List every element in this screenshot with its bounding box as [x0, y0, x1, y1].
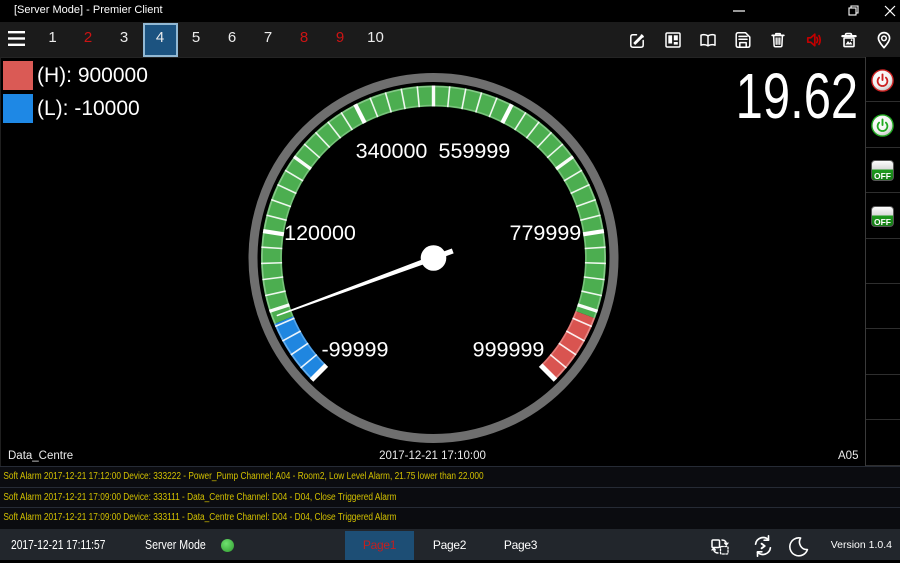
- svg-text:999999: 999999: [473, 338, 545, 362]
- svg-text:120000: 120000: [284, 221, 356, 245]
- svg-text:559999: 559999: [439, 139, 511, 163]
- svg-text:-99999: -99999: [322, 338, 389, 362]
- svg-text:779999: 779999: [510, 221, 582, 245]
- svg-text:340000: 340000: [356, 139, 428, 163]
